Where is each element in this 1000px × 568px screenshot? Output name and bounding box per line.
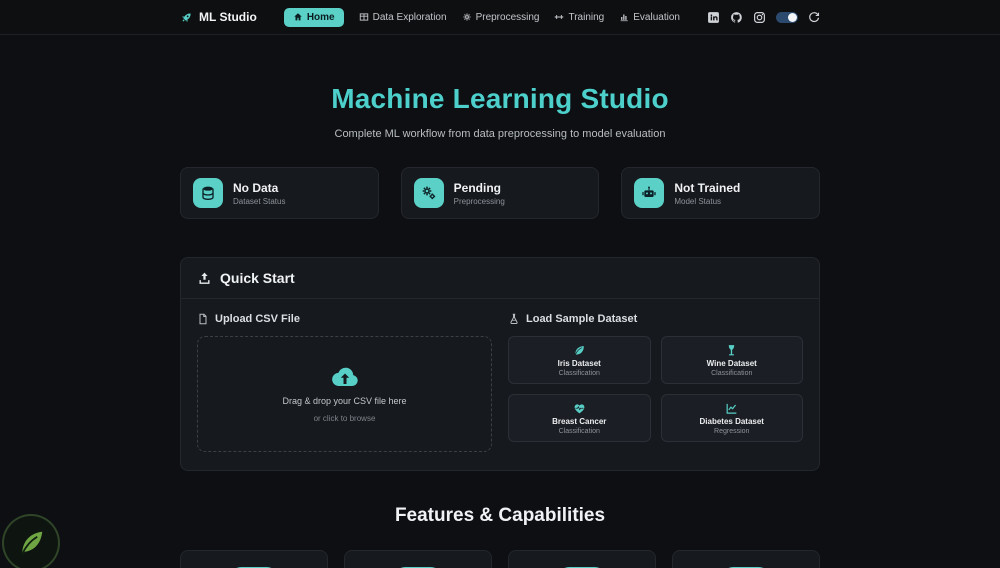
leaf-icon [574, 346, 584, 355]
gear-icon [463, 13, 471, 21]
sample-wine-button[interactable]: Wine Dataset Classification [660, 336, 803, 384]
sample-type: Classification [711, 370, 753, 377]
status-title: No Data [233, 180, 279, 195]
feather-icon [21, 531, 43, 555]
status-row: No Data Dataset Status Pending Preproces… [180, 167, 820, 219]
nav-label: Home [306, 11, 335, 23]
watermark-logo [2, 514, 60, 568]
feature-card-evaluation [672, 550, 820, 568]
upload-icon [199, 272, 210, 284]
sample-type: Classification [558, 428, 600, 435]
file-icon [199, 313, 207, 325]
hero: Machine Learning Studio Complete ML work… [180, 35, 820, 140]
home-icon [294, 13, 302, 21]
instagram-icon[interactable] [753, 11, 766, 24]
dumbbell-icon [555, 15, 564, 19]
nav-item-home[interactable]: Home [283, 7, 344, 27]
refresh-icon[interactable] [808, 11, 820, 23]
feature-row [180, 550, 820, 568]
main-nav: Home Data Exploration Preprocessing Trai… [275, 7, 689, 27]
status-card-dataset: No Data Dataset Status [180, 167, 379, 219]
quick-start-body: Upload CSV File Drag & drop your CSV fil… [181, 299, 819, 470]
nav-item-training[interactable]: Training [554, 12, 604, 23]
page-subtitle: Complete ML workflow from data preproces… [334, 128, 666, 140]
sample-name: Wine Dataset [706, 359, 757, 368]
nav-item-preprocessing[interactable]: Preprocessing [462, 11, 540, 23]
status-title: Not Trained [674, 180, 741, 195]
theme-toggle[interactable] [776, 11, 798, 23]
sample-iris-button[interactable]: Iris Dataset Classification [508, 336, 651, 384]
status-subtitle: Preprocessing [453, 196, 505, 206]
quick-start-card: Quick Start Upload CSV File Drag & drop … [180, 257, 820, 471]
dropzone-browse-text: or click to browse [313, 413, 376, 423]
cloud-upload-icon [331, 367, 358, 386]
rocket-icon [181, 12, 191, 22]
heart-pulse-icon [574, 404, 585, 414]
bar-chart-icon [620, 14, 628, 22]
sample-name: Breast Cancer [552, 417, 607, 426]
samples-column-header: Load Sample Dataset [508, 313, 803, 325]
upload-column: Upload CSV File Drag & drop your CSV fil… [197, 313, 492, 452]
dropzone-text: Drag & drop your CSV file here [282, 395, 407, 406]
feature-card-preprocessing [344, 550, 492, 568]
sample-diabetes-button[interactable]: Diabetes Dataset Regression [660, 394, 803, 442]
table-icon [359, 13, 368, 21]
sample-name: Iris Dataset [557, 359, 601, 368]
sample-type: Regression [714, 428, 750, 435]
samples-column: Load Sample Dataset Iris Dataset Classif… [508, 313, 803, 452]
line-chart-icon [726, 403, 737, 414]
quick-start-header: Quick Start [181, 258, 819, 299]
github-icon[interactable] [730, 11, 743, 24]
upload-column-header: Upload CSV File [197, 313, 492, 325]
sample-dataset-grid: Iris Dataset Classification Wine Dataset… [508, 336, 803, 442]
status-subtitle: Model Status [674, 196, 722, 206]
main-content: Machine Learning Studio Complete ML work… [180, 35, 820, 568]
status-title: Pending [453, 180, 501, 195]
toggle-knob [788, 12, 797, 22]
feature-card-training [508, 550, 656, 568]
feature-card-exploration [180, 550, 328, 568]
nav-label: Evaluation [633, 11, 680, 23]
features-title: Features & Capabilities [394, 505, 606, 526]
nav-item-data-exploration[interactable]: Data Exploration [359, 12, 447, 23]
brand-label: ML Studio [199, 10, 257, 24]
nav-item-evaluation[interactable]: Evaluation [619, 12, 680, 23]
status-subtitle: Dataset Status [233, 196, 286, 206]
csv-dropzone[interactable]: Drag & drop your CSV file here or click … [197, 336, 492, 452]
brand[interactable]: ML Studio [180, 10, 257, 24]
quick-start-title: Quick Start [220, 270, 295, 286]
wine-glass-icon [729, 345, 735, 356]
sample-breast-cancer-button[interactable]: Breast Cancer Classification [508, 394, 651, 442]
linkedin-icon[interactable] [707, 11, 720, 24]
page-title: Machine Learning Studio [331, 83, 669, 114]
samples-title: Load Sample Dataset [526, 313, 638, 325]
sample-type: Classification [558, 370, 600, 377]
upload-title: Upload CSV File [215, 313, 300, 325]
status-card-preprocessing: Pending Preprocessing [400, 167, 600, 219]
flask-icon [510, 313, 518, 324]
nav-label: Preprocessing [475, 11, 540, 23]
sample-name: Diabetes Dataset [699, 417, 764, 426]
navbar: ML Studio Home Data Exploration Preproce… [0, 0, 1000, 35]
gears-icon [413, 178, 444, 208]
nav-label: Training [568, 11, 605, 23]
nav-label: Data Exploration [372, 11, 447, 23]
navbar-actions [707, 11, 820, 24]
robot-icon [634, 178, 665, 208]
database-icon [193, 178, 223, 208]
status-card-model: Not Trained Model Status [621, 167, 820, 219]
